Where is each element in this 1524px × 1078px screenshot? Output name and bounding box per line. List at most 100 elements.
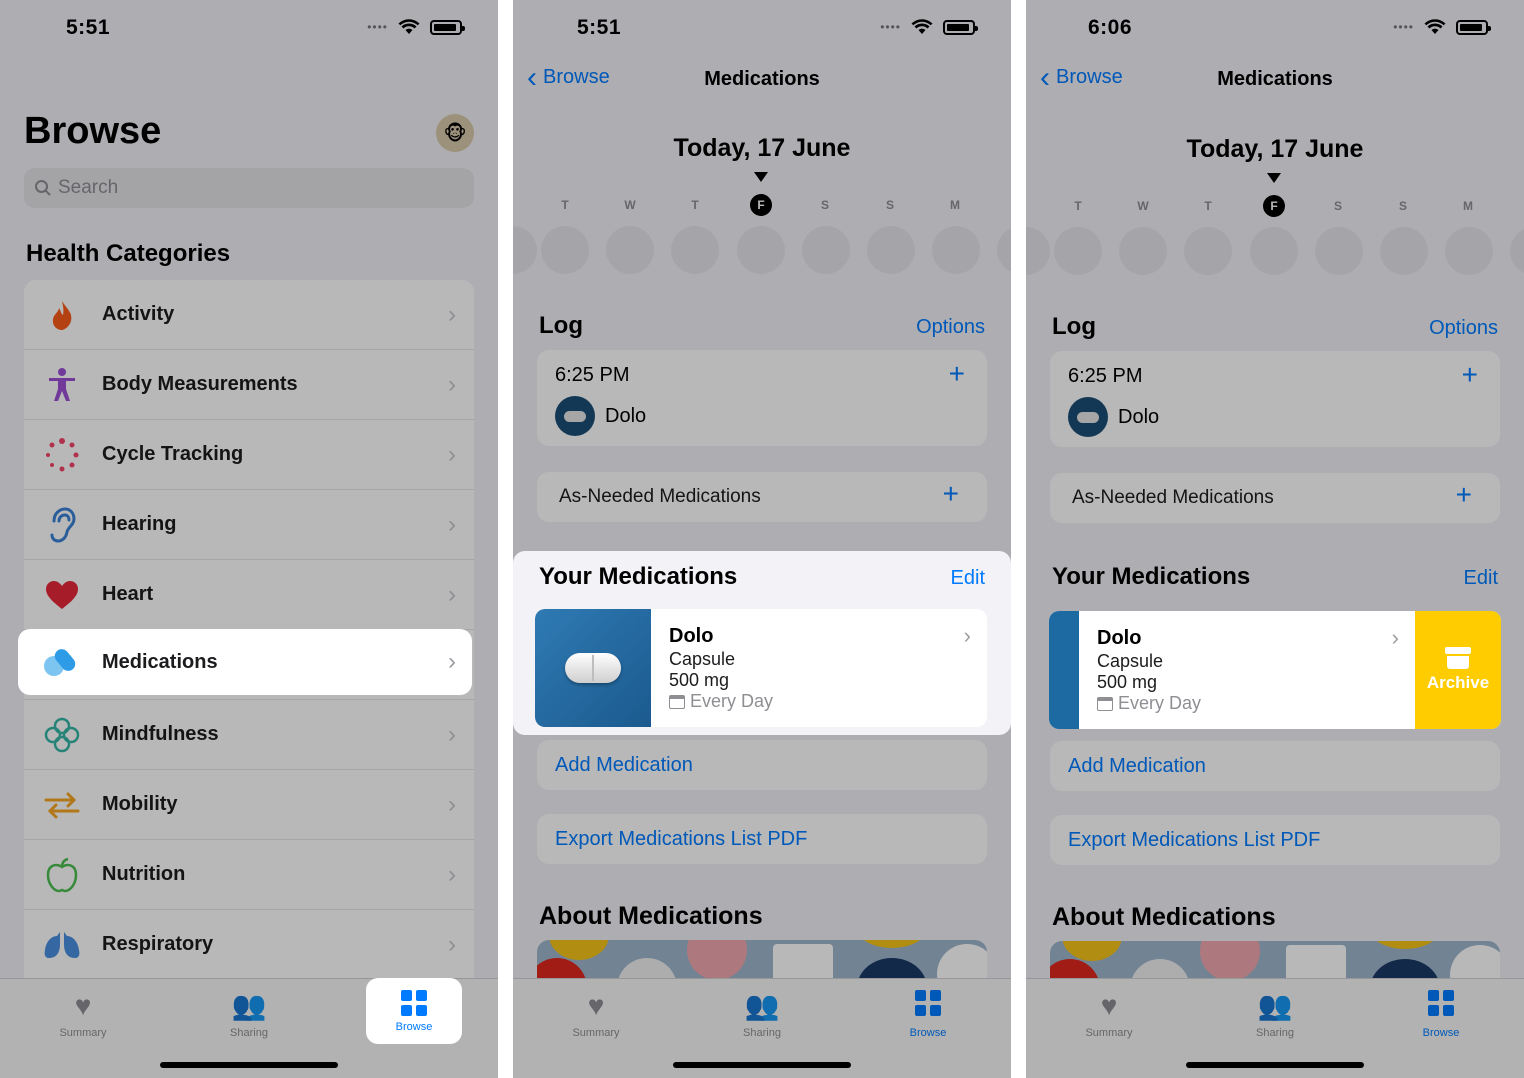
category-nutrition[interactable]: Nutrition › (24, 840, 474, 910)
plus-icon[interactable]: + (949, 358, 965, 390)
screenshot-stage: 5:51 •••• Browse 🐵 Search Health Categor… (0, 0, 1524, 1078)
home-indicator (673, 1062, 851, 1068)
add-medication-button[interactable]: Add Medication (1050, 741, 1500, 791)
options-button[interactable]: Options (1429, 317, 1498, 340)
day-circle[interactable] (671, 226, 719, 274)
phone-medications: 5:51 •••• ‹ Browse Medications Today, 17 … (513, 0, 1011, 1078)
heart-icon (42, 575, 82, 615)
plus-icon[interactable]: + (1456, 479, 1472, 511)
people-icon: 👥 (231, 990, 267, 1021)
day-circle-today[interactable] (737, 226, 785, 274)
chevron-right-icon: › (448, 370, 456, 398)
day-circle[interactable] (1445, 227, 1493, 275)
plus-icon[interactable]: + (943, 478, 959, 510)
status-icons: •••• (880, 19, 978, 35)
capsule-icon (555, 396, 595, 436)
category-body-measurements[interactable]: Body Measurements › (24, 350, 474, 420)
tab-summary[interactable]: ♥ Summary (1064, 989, 1154, 1078)
archive-icon (1445, 647, 1471, 669)
as-needed-row[interactable]: As-Needed Medications + (537, 472, 987, 522)
chevron-right-icon: › (1391, 625, 1399, 650)
tab-summary[interactable]: ♥ Summary (38, 989, 128, 1078)
medication-dose: 500 mg (1097, 672, 1158, 692)
phone-browse: 5:51 •••• Browse 🐵 Search Health Categor… (0, 0, 498, 1078)
log-card[interactable]: 6:25 PM + Dolo (537, 350, 987, 446)
category-hearing[interactable]: Hearing › (24, 490, 474, 560)
people-icon: 👥 (744, 990, 780, 1021)
category-heart[interactable]: Heart › (24, 560, 474, 630)
medication-schedule: Every Day (669, 691, 773, 712)
status-time: 5:51 (577, 16, 622, 39)
heart-icon: ♥ (587, 990, 605, 1021)
flower-icon (42, 715, 82, 755)
tab-browse[interactable]: Browse (1396, 989, 1486, 1078)
day-circle[interactable] (1315, 227, 1363, 275)
today-marker-icon (1267, 173, 1281, 183)
day-circle[interactable] (513, 226, 537, 274)
day-circle[interactable] (997, 226, 1011, 274)
log-medication: Dolo (1118, 406, 1160, 428)
capsule-icon (1068, 397, 1108, 437)
your-medications-title: Your Medications (539, 563, 738, 590)
category-mobility[interactable]: Mobility › (24, 770, 474, 840)
day-circle[interactable] (1510, 227, 1524, 275)
day-circle[interactable] (1380, 227, 1428, 275)
export-pdf-button[interactable]: Export Medications List PDF (1050, 815, 1500, 865)
plus-icon[interactable]: + (1462, 359, 1478, 391)
tab-summary[interactable]: ♥ Summary (551, 989, 641, 1078)
calendar-icon (1097, 696, 1113, 711)
day-circle[interactable] (541, 226, 589, 274)
capsule-artwork (535, 609, 651, 727)
wifi-icon (398, 19, 420, 34)
heart-icon: ♥ (1100, 990, 1118, 1021)
day-circle[interactable] (1184, 227, 1232, 275)
medication-card-swiped[interactable]: Dolo Capsule 500 mg Every Day › Archive (1049, 611, 1501, 729)
day-circle[interactable] (932, 226, 980, 274)
options-button[interactable]: Options (916, 316, 985, 339)
log-card[interactable]: 6:25 PM + Dolo (1050, 351, 1500, 447)
about-title: About Medications (539, 902, 763, 930)
day-circle[interactable] (867, 226, 915, 274)
medication-dose: 500 mg (669, 670, 730, 690)
tab-browse[interactable]: Browse (883, 989, 973, 1078)
edit-button[interactable]: Edit (951, 567, 985, 590)
chevron-right-icon: › (448, 720, 456, 748)
avatar[interactable]: 🐵 (436, 114, 474, 152)
category-mindfulness[interactable]: Mindfulness › (24, 700, 474, 770)
medication-name: Dolo (1097, 627, 1142, 649)
category-activity[interactable]: Activity › (24, 280, 474, 350)
category-cycle-tracking[interactable]: Cycle Tracking › (24, 420, 474, 490)
add-medication-button[interactable]: Add Medication (537, 740, 987, 790)
about-title: About Medications (1052, 903, 1276, 931)
day-circle[interactable] (1026, 227, 1050, 275)
day-circle-today[interactable] (1250, 227, 1298, 275)
day-circle[interactable] (1119, 227, 1167, 275)
search-placeholder: Search (58, 177, 119, 198)
export-pdf-button[interactable]: Export Medications List PDF (537, 814, 987, 864)
cycle-icon (42, 435, 82, 475)
calendar-icon (669, 694, 685, 709)
category-respiratory[interactable]: Respiratory › (24, 910, 474, 980)
as-needed-row[interactable]: As-Needed Medications + (1050, 473, 1500, 523)
grid-icon (1427, 989, 1455, 1023)
medication-form: Capsule (1097, 651, 1164, 671)
day-circle[interactable] (1054, 227, 1102, 275)
search-input[interactable]: Search (24, 168, 474, 208)
page-title: Browse (24, 110, 162, 152)
archive-button[interactable]: Archive (1415, 611, 1501, 729)
tab-browse[interactable]: Browse (366, 978, 462, 1044)
log-title: Log (1052, 313, 1096, 340)
wifi-icon (911, 19, 933, 34)
log-medication: Dolo (605, 405, 647, 427)
day-circle[interactable] (606, 226, 654, 274)
edit-button[interactable]: Edit (1464, 567, 1498, 590)
chevron-right-icon: › (448, 648, 456, 675)
home-indicator (160, 1062, 338, 1068)
category-medications[interactable]: Medications › (18, 629, 472, 695)
medication-card[interactable]: Dolo Capsule 500 mg Every Day › (535, 609, 987, 727)
day-circle[interactable] (802, 226, 850, 274)
log-time: 6:25 PM (1068, 365, 1143, 387)
signal-icon: •••• (1393, 20, 1414, 34)
today-letter: F (750, 194, 772, 216)
lungs-icon (42, 925, 82, 965)
